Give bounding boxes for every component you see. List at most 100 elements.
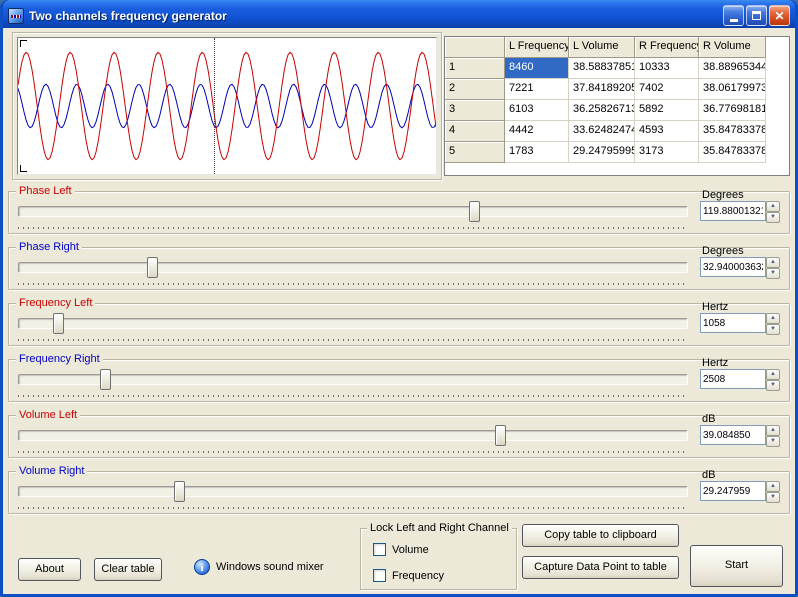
spin-up-button[interactable]: ▲	[766, 313, 780, 324]
slider-channel	[18, 318, 688, 329]
clear-table-button[interactable]: Clear table	[94, 558, 162, 581]
table-header-cell	[445, 37, 505, 58]
slider-channel	[18, 430, 688, 441]
table-cell[interactable]: 5892	[635, 100, 699, 121]
slider-group-frequency-right: Frequency Right Hertz ▲ ▼	[8, 352, 790, 402]
table-cell[interactable]: 29.24795995	[569, 142, 635, 163]
table-cell[interactable]: 35.84783378	[699, 121, 766, 142]
table-cell[interactable]: 7402	[635, 79, 699, 100]
slider-group-volume-left: Volume Left dB ▲ ▼	[8, 408, 790, 458]
unit-label: Hertz	[702, 357, 728, 369]
info-icon: i	[194, 559, 210, 575]
spin-up-button[interactable]: ▲	[766, 369, 780, 380]
frequency-left-slider-thumb[interactable]	[53, 313, 64, 334]
close-button[interactable]: ✕	[769, 5, 790, 26]
frequency-right-slider-thumb[interactable]	[100, 369, 111, 390]
table-cell[interactable]: 10333	[635, 58, 699, 79]
frequency-lock-label: Frequency	[392, 570, 444, 582]
phase-right-value-input[interactable]	[700, 257, 766, 277]
table-cell[interactable]: 35.84783378	[699, 142, 766, 163]
spin-down-button[interactable]: ▼	[766, 324, 780, 335]
spin-up-button[interactable]: ▲	[766, 201, 780, 212]
slider-label: Volume Right	[16, 465, 87, 477]
unit-label: Degrees	[702, 245, 744, 257]
spin-down-button[interactable]: ▼	[766, 492, 780, 503]
minimize-icon	[730, 19, 738, 22]
table-cell[interactable]: 6103	[505, 100, 569, 121]
about-button[interactable]: About	[18, 558, 81, 581]
spinner-buttons: ▲ ▼	[766, 425, 780, 445]
start-button[interactable]: Start	[690, 545, 783, 587]
mixer-label: Windows sound mixer	[216, 561, 324, 573]
volume-lock-row: Volume	[373, 543, 429, 556]
maximize-button[interactable]	[746, 5, 767, 26]
slider-sections: Phase Left Degrees ▲ ▼ Phase Right Degre…	[8, 184, 790, 520]
spin-down-button[interactable]: ▼	[766, 380, 780, 391]
value-spinbox: ▲ ▼	[700, 313, 780, 333]
phase-left-slider-thumb[interactable]	[469, 201, 480, 222]
spin-up-button[interactable]: ▲	[766, 481, 780, 492]
table-cell[interactable]: 36.25826713	[569, 100, 635, 121]
spinner-buttons: ▲ ▼	[766, 481, 780, 501]
volume-left-slider-thumb[interactable]	[495, 425, 506, 446]
table-cell[interactable]: 37.84189205	[569, 79, 635, 100]
table-cell[interactable]: 8460	[505, 58, 569, 79]
waveform-display[interactable]	[17, 37, 437, 175]
volume-lock-label: Volume	[392, 544, 429, 556]
slider-track[interactable]	[18, 368, 688, 392]
slider-track[interactable]	[18, 424, 688, 448]
axis-tick-top	[20, 40, 27, 47]
phase-right-slider-thumb[interactable]	[147, 257, 158, 278]
table-cell[interactable]: 7221	[505, 79, 569, 100]
slider-group-volume-right: Volume Right dB ▲ ▼	[8, 464, 790, 514]
table-cell[interactable]: 3173	[635, 142, 699, 163]
client-area: L FrequencyL VolumeR FrequencyR Volume18…	[3, 28, 795, 594]
unit-label: Hertz	[702, 301, 728, 313]
slider-track[interactable]	[18, 312, 688, 336]
slider-track[interactable]	[18, 200, 688, 224]
frequency-lock-checkbox[interactable]	[373, 569, 386, 582]
table-cell[interactable]: 38.88965344	[699, 58, 766, 79]
table-header-cell: R Frequency	[635, 37, 699, 58]
spin-down-button[interactable]: ▼	[766, 268, 780, 279]
waveform-panel	[12, 32, 442, 180]
table-cell[interactable]: 38.58837851	[569, 58, 635, 79]
slider-channel	[18, 374, 688, 385]
table-cell[interactable]: 4442	[505, 121, 569, 142]
frequency-right-value-input[interactable]	[700, 369, 766, 389]
value-spinbox: ▲ ▼	[700, 481, 780, 501]
spin-down-button[interactable]: ▼	[766, 436, 780, 447]
table-cell[interactable]: 38.06179973	[699, 79, 766, 100]
table-cell[interactable]: 33.62482474	[569, 121, 635, 142]
value-spinbox: ▲ ▼	[700, 425, 780, 445]
title-bar[interactable]: Two channels frequency generator ✕	[3, 0, 795, 28]
lock-channel-group: Lock Left and Right Channel Volume Frequ…	[360, 522, 517, 590]
window-title: Two channels frequency generator	[29, 9, 227, 23]
row-number-cell: 1	[445, 58, 505, 79]
value-spinbox: ▲ ▼	[700, 257, 780, 277]
table-cell[interactable]: 36.77698181	[699, 100, 766, 121]
spin-up-button[interactable]: ▲	[766, 425, 780, 436]
windows-sound-mixer-link[interactable]: i Windows sound mixer	[194, 559, 324, 575]
spinner-buttons: ▲ ▼	[766, 201, 780, 221]
slider-track[interactable]	[18, 480, 688, 504]
table-cell[interactable]: 1783	[505, 142, 569, 163]
minimize-button[interactable]	[723, 5, 744, 26]
frequency-left-value-input[interactable]	[700, 313, 766, 333]
frequency-lock-row: Frequency	[373, 569, 444, 582]
volume-right-value-input[interactable]	[700, 481, 766, 501]
copy-table-button[interactable]: Copy table to clipboard	[522, 524, 679, 547]
app-icon	[8, 8, 24, 24]
table-cell[interactable]: 4593	[635, 121, 699, 142]
volume-left-value-input[interactable]	[700, 425, 766, 445]
slider-track[interactable]	[18, 256, 688, 280]
volume-right-slider-thumb[interactable]	[174, 481, 185, 502]
table-header-cell: R Volume	[699, 37, 766, 58]
volume-lock-checkbox[interactable]	[373, 543, 386, 556]
waveform-cursor[interactable]	[214, 38, 215, 174]
capture-datapoint-button[interactable]: Capture Data Point to table	[522, 556, 679, 579]
slider-ticks	[18, 227, 688, 229]
spin-up-button[interactable]: ▲	[766, 257, 780, 268]
spin-down-button[interactable]: ▼	[766, 212, 780, 223]
phase-left-value-input[interactable]	[700, 201, 766, 221]
